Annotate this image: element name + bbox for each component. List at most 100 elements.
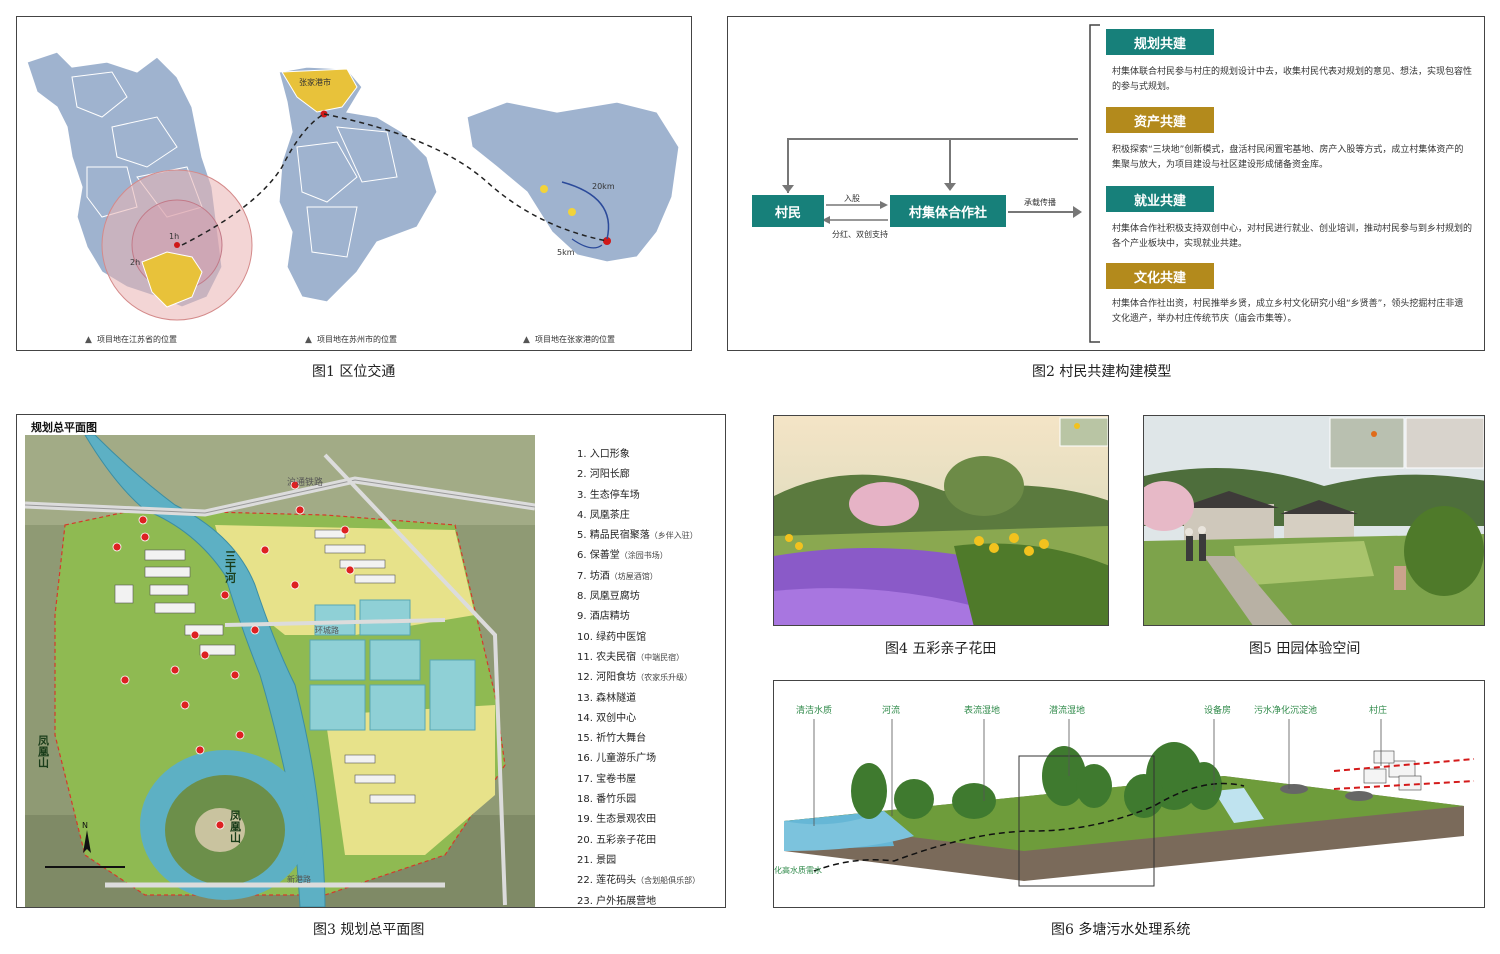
item-text-planning: 村集体联合村民参与村庄的规划设计中去，收集村民代表对规划的意见、想法，实现包容性… — [1112, 67, 1473, 92]
fig1-caption: 图1 区位交通 — [312, 364, 396, 380]
fig2-caption: 图2 村民共建构建模型 — [1032, 364, 1172, 380]
legend-item: 17. 宝卷书屋 — [577, 770, 700, 790]
master-plan-map: 凤凰山 凤凰山 三干河 沪通铁路 环城路 新港路 N — [25, 435, 535, 907]
label-sedimentation-tank: 污水净化沉淀池 — [1254, 704, 1317, 716]
zhangjiagang-map: 20km 5km — [466, 101, 680, 263]
label-road-bottom: 新港路 — [287, 874, 311, 884]
legend-item: 16. 儿童游乐广场 — [577, 749, 700, 769]
item-header-employment: 就业共建 — [1106, 186, 1214, 212]
legend-item-text: 3. 生态停车场 — [577, 489, 640, 501]
villager-box: 村民 — [752, 195, 824, 227]
wastewater-system-diagram: 清洁水质 河流 表流湿地 潜流湿地 设备房 污水净化沉淀池 村庄 化高水质需水 — [774, 704, 1475, 887]
legend-item-note: （涂园书场） — [619, 551, 668, 561]
legend-item-text: 4. 凤凰茶庄 — [577, 509, 630, 521]
legend-item: 4. 凤凰茶庄 — [577, 506, 700, 526]
svg-text:N: N — [82, 821, 88, 830]
cooperative-box: 村集体合作社 — [890, 195, 1006, 227]
fig4-caption: 图4 五彩亲子花田 — [885, 641, 997, 657]
map1-caption: 项目地在江苏省的位置 — [97, 334, 177, 344]
fig1-panel: 1h 2h 张家港市 20km 5km ▲ 项目地在江苏省的位置 ▲ 项目地在苏… — [16, 16, 692, 351]
label-road-h: 环城路 — [315, 625, 339, 635]
item-header-planning: 规划共建 — [1106, 29, 1214, 55]
legend-item-text: 11. 农夫民宿 — [577, 651, 637, 663]
legend-item: 18. 番竹乐园 — [577, 790, 700, 810]
legend-item: 20. 五彩亲子花田 — [577, 831, 700, 851]
fig6-panel: 清洁水质 河流 表流湿地 潜流湿地 设备房 污水净化沉淀池 村庄 化高水质需水 — [773, 680, 1485, 908]
arrow-label-dividend: 分红、双创支持 — [832, 230, 888, 239]
svg-text:▲: ▲ — [523, 335, 530, 345]
item-text-assets: 积极探索“三块地”创新模式，盘活村民闲置宅基地、房产入股等方式，成立村集体资产的… — [1112, 145, 1464, 170]
legend-item: 10. 绿药中医馆 — [577, 628, 700, 648]
arrow-label-spread: 承载传播 — [1024, 198, 1056, 207]
label-mountain-center: 凤凰山 — [229, 810, 242, 844]
legend-item: 8. 凤凰豆腐坊 — [577, 587, 700, 607]
legend-item-text: 13. 森林隧道 — [577, 692, 637, 704]
fig5-caption: 图5 田园体验空间 — [1249, 641, 1361, 657]
item-text-employment: 村集体合作社积极支持双创中心，对村民进行就业、创业培训，推动村民参与到乡村规划的… — [1112, 224, 1473, 249]
legend-item-note: （乡伴入驻） — [649, 531, 698, 541]
legend-item-text: 22. 莲花码头 — [577, 875, 637, 887]
legend-item: 11. 农夫民宿（中端民宿） — [577, 648, 700, 668]
legend-item-text: 19. 生态景观农田 — [577, 814, 657, 826]
location-maps: 1h 2h 张家港市 20km 5km ▲ 项目地在江苏省的位置 ▲ 项目地在苏… — [26, 51, 680, 345]
legend-item: 15. 祈竹大舞台 — [577, 729, 700, 749]
legend-item: 7. 坊酒（坊屋酒馆） — [577, 567, 700, 587]
label-surface-wetland: 表流湿地 — [964, 704, 1000, 716]
legend-item: 6. 保善堂（涂园书场） — [577, 546, 700, 566]
legend-item: 12. 河阳食坊（农家乐升级） — [577, 668, 700, 688]
legend-item: 3. 生态停车场 — [577, 486, 700, 506]
item-text-culture: 村集体合作社出资，村民推举乡贤，成立乡村文化研究小组“乡贤善”，领头挖掘村庄非遗… — [1112, 299, 1464, 324]
legend-item: 1. 入口形象 — [577, 445, 700, 465]
city-label: 张家港市 — [299, 77, 331, 87]
legend-item: 22. 莲花码头（含划船俱乐部） — [577, 871, 700, 891]
plan-title: 规划总平面图 — [31, 421, 97, 434]
legend-item-text: 6. 保善堂 — [577, 550, 620, 562]
legend-item: 14. 双创中心 — [577, 709, 700, 729]
arrow-label-invest: 入股 — [844, 194, 860, 203]
legend-item-note: （含划船俱乐部） — [636, 876, 701, 886]
jiangsu-map: 1h 2h — [26, 51, 253, 321]
legend-item-text: 8. 凤凰豆腐坊 — [577, 591, 640, 603]
ring-2h-label: 2h — [130, 258, 140, 267]
fig2-panel: 村民 村集体合作社 入股 分红、双创支持 承载传播 规划共建 村集体联合村民参与… — [727, 16, 1485, 351]
svg-text:▲: ▲ — [85, 335, 92, 345]
legend-item-note: （农家乐升级） — [636, 673, 693, 683]
item-header-assets: 资产共建 — [1106, 107, 1214, 133]
fig4-panel — [773, 415, 1109, 626]
legend-item-note: （坊屋酒馆） — [609, 571, 658, 581]
farm-experience-rendering — [1144, 416, 1484, 625]
map3-caption: 项目地在张家港的位置 — [535, 334, 615, 344]
legend-item: 13. 森林隧道 — [577, 689, 700, 709]
legend-item: 2. 河阳长廊 — [577, 465, 700, 485]
flower-field-rendering — [774, 416, 1108, 625]
distance-20km: 20km — [592, 182, 615, 191]
label-equipment-room: 设备房 — [1204, 704, 1231, 716]
legend-item: 19. 生态景观农田 — [577, 810, 700, 830]
legend-item: 23. 户外拓展营地 — [577, 892, 700, 907]
legend-item-text: 7. 坊酒 — [577, 570, 610, 582]
legend-item-text: 23. 户外拓展营地 — [577, 895, 657, 907]
legend-item-text: 9. 酒店精坊 — [577, 611, 630, 623]
label-side: 化高水质需水 — [774, 865, 822, 875]
label-subsurface-wetland: 潜流湿地 — [1049, 704, 1085, 716]
legend-item-text: 16. 儿童游乐广场 — [577, 753, 657, 765]
fig3-caption: 图3 规划总平面图 — [313, 922, 425, 938]
legend-item-text: 10. 绿药中医馆 — [577, 631, 647, 643]
legend-item: 21. 景园 — [577, 851, 700, 871]
fig5-panel — [1143, 415, 1485, 626]
legend-item-text: 1. 入口形象 — [577, 449, 630, 460]
legend-item-text: 18. 番竹乐园 — [577, 794, 637, 806]
legend-item-text: 14. 双创中心 — [577, 712, 637, 724]
suzhou-map: 张家港市 — [278, 66, 438, 303]
legend-item-text: 20. 五彩亲子花田 — [577, 834, 657, 846]
ring-1h-label: 1h — [169, 232, 179, 241]
map2-caption: 项目地在苏州市的位置 — [317, 334, 397, 344]
fig3-panel: 规划总平面图 凤凰山 凤凰山 三干河 沪通铁路 环城路 新港路 N 1. 入口形… — [16, 414, 726, 908]
legend-item: 9. 酒店精坊 — [577, 607, 700, 627]
label-canal: 三干河 — [224, 550, 237, 584]
label-mountain-left: 凤凰山 — [37, 735, 50, 769]
legend-item-text: 17. 宝卷书屋 — [577, 773, 637, 785]
fig6-caption: 图6 多塘污水处理系统 — [1051, 922, 1191, 938]
legend-item-text: 5. 精品民宿聚落 — [577, 530, 650, 542]
label-river: 河流 — [882, 704, 900, 716]
